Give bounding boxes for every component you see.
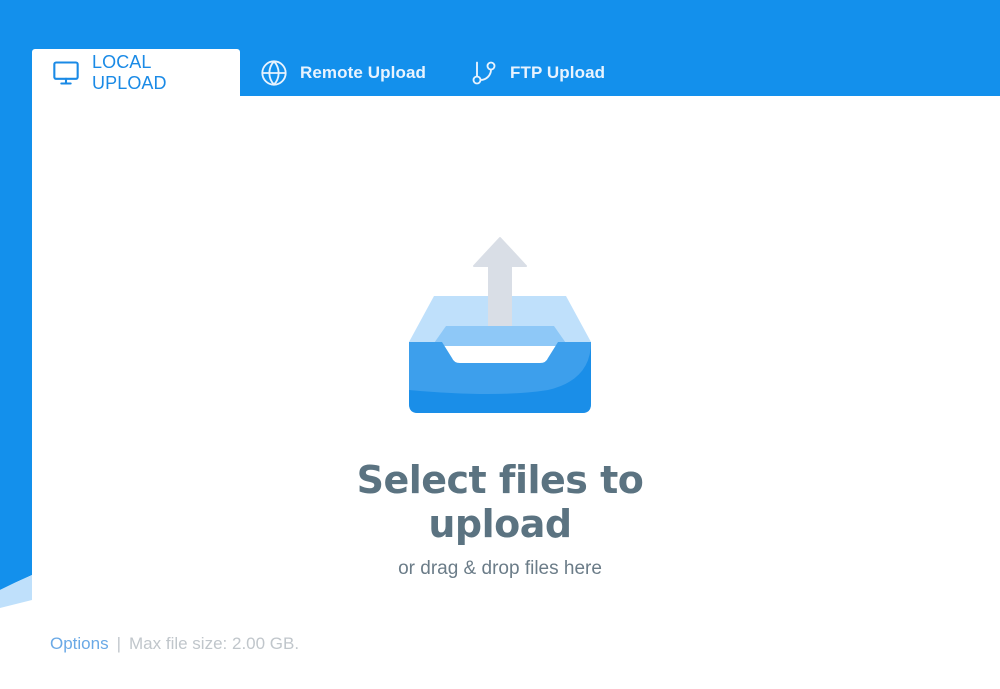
- dropzone-subtitle: or drag & drop files here: [398, 558, 602, 579]
- tab-ftp-upload-label: FTP Upload: [509, 62, 606, 82]
- dropzone-title: Select files to upload: [356, 458, 644, 546]
- git-branch-icon: [470, 59, 498, 87]
- options-link[interactable]: Options: [50, 634, 109, 653]
- upload-footer: Options | Max file size: 2.00 GB.: [50, 634, 299, 654]
- tab-local-upload[interactable]: LOCAL UPLOAD: [32, 49, 240, 96]
- upload-tray-icon: [409, 237, 591, 413]
- tab-remote-upload-label: Remote Upload: [300, 62, 426, 82]
- max-file-size-text: Max file size: 2.00 GB.: [129, 634, 300, 653]
- tab-ftp-upload[interactable]: FTP Upload: [446, 49, 625, 96]
- tab-remote-upload[interactable]: Remote Upload: [240, 49, 446, 96]
- globe-icon: [260, 59, 288, 87]
- tab-local-upload-label: LOCAL UPLOAD: [92, 51, 167, 93]
- file-dropzone[interactable]: Select files to upload or drag & drop fi…: [300, 230, 700, 580]
- monitor-icon: [52, 59, 80, 87]
- footer-separator: |: [116, 634, 122, 653]
- upload-tabs: LOCAL UPLOAD Remote Upload FTP Upload: [32, 49, 625, 96]
